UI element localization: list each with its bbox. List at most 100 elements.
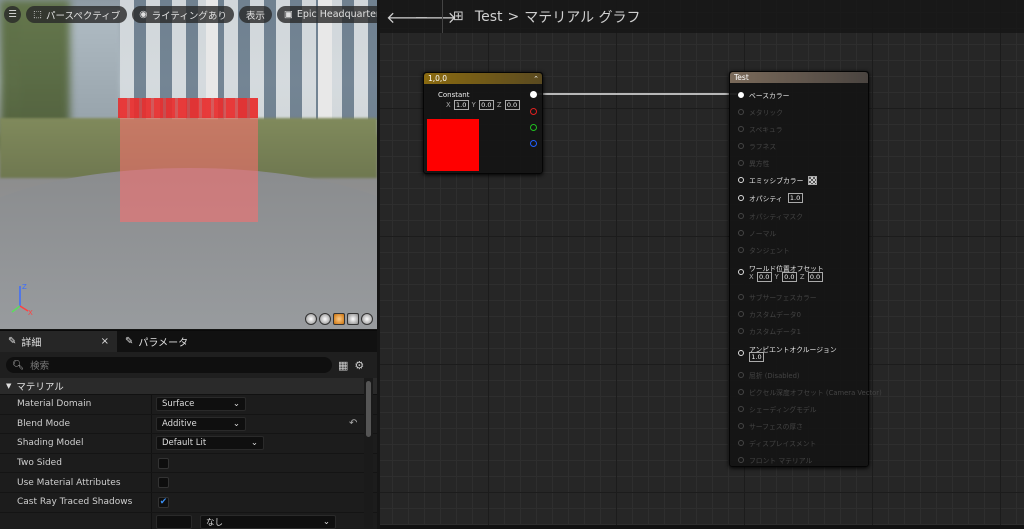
- input-pin[interactable]: [738, 372, 744, 378]
- input-surface-thickness[interactable]: サーフェスの厚さ: [738, 421, 803, 431]
- input-base-color[interactable]: ベースカラー: [738, 90, 789, 100]
- input-pin[interactable]: [738, 213, 744, 219]
- shading-model-select[interactable]: Default Lit ⌄: [156, 436, 264, 451]
- input-pin[interactable]: [738, 160, 744, 166]
- table-view-icon[interactable]: ▦: [338, 359, 348, 372]
- input-front-material[interactable]: フロント マテリアル: [738, 455, 812, 465]
- close-icon[interactable]: ×: [101, 336, 109, 347]
- input-pin[interactable]: [738, 328, 744, 334]
- back-arrow-icon[interactable]: 🡐: [386, 7, 429, 27]
- show-button[interactable]: 表示: [238, 6, 272, 23]
- input-tangent[interactable]: タンジェント: [738, 245, 790, 255]
- input-pixel-depth-offset[interactable]: ピクセル深度オフセット (Camera Vector): [738, 387, 882, 397]
- input-normal[interactable]: ノーマル: [738, 228, 776, 238]
- input-pin[interactable]: [738, 92, 744, 98]
- checker-swatch-icon[interactable]: [808, 175, 818, 185]
- input-custom-data-0[interactable]: カスタムデータ0: [738, 309, 801, 319]
- y-label: Y: [774, 273, 779, 281]
- graph-toolbar: 🡐 🡒 ⊞ Test > マテリアル グラフ: [380, 0, 1024, 33]
- lighting-button[interactable]: ◉ ライティングあり: [132, 6, 234, 23]
- input-emissive-color[interactable]: エミッシブカラー: [738, 175, 818, 185]
- cylinder-icon[interactable]: [305, 313, 317, 325]
- constant-node-header[interactable]: 1,0,0 ⌃: [424, 73, 542, 84]
- x-value-field[interactable]: 1.0: [453, 100, 469, 110]
- output-pin-b[interactable]: [530, 140, 537, 147]
- opacity-value-field[interactable]: 1.0: [787, 193, 803, 203]
- wpo-y-field[interactable]: 0.0: [781, 272, 797, 282]
- input-pin[interactable]: [738, 350, 744, 356]
- tab-parameters[interactable]: ✎ パラメータ: [117, 331, 196, 352]
- wpo-x-field[interactable]: 0.0: [756, 272, 772, 282]
- reset-to-default-icon[interactable]: ↶: [349, 418, 357, 429]
- cast-ray-traced-shadows-checkbox[interactable]: ✔: [158, 496, 169, 508]
- tab-details-label: 詳細: [21, 338, 42, 349]
- x-label: X: [446, 101, 451, 109]
- input-opacity[interactable]: オパシティ 1.0: [738, 193, 803, 203]
- input-pin[interactable]: [738, 126, 744, 132]
- teapot-icon[interactable]: [361, 313, 373, 325]
- input-specular[interactable]: スペキュラ: [738, 124, 783, 134]
- input-pin[interactable]: [738, 269, 744, 275]
- input-pin[interactable]: [738, 230, 744, 236]
- input-shading-model[interactable]: シェーディングモデル: [738, 404, 817, 414]
- two-sided-checkbox[interactable]: [158, 457, 169, 469]
- input-pin[interactable]: [738, 177, 744, 183]
- blend-mode-select[interactable]: Additive ⌄: [156, 416, 246, 431]
- forward-arrow-icon[interactable]: 🡒: [414, 7, 457, 27]
- input-pin[interactable]: [738, 440, 744, 446]
- input-anisotropy[interactable]: 異方性: [738, 158, 769, 168]
- use-material-attributes-checkbox[interactable]: [158, 477, 169, 489]
- ao-value-field[interactable]: 1.0: [749, 352, 764, 362]
- search-input[interactable]: 🔍︎ 検索: [6, 357, 332, 373]
- input-subsurface-color[interactable]: サブサーフェスカラー: [738, 292, 817, 302]
- material-section-header[interactable]: ▼ マテリアル: [0, 378, 377, 395]
- input-displacement[interactable]: ディスプレイスメント: [738, 438, 816, 448]
- level-viewport[interactable]: ☰ ⬚ パースペクティブ ◉ ライティングあり 表示 ▣ Epic Headqu…: [0, 0, 377, 329]
- material-graph-canvas[interactable]: 🡐 🡒 ⊞ Test > マテリアル グラフ 1,0,0 ⌃ Constant …: [380, 0, 1024, 529]
- sphere-icon[interactable]: [319, 313, 331, 325]
- constant3vector-node[interactable]: 1,0,0 ⌃ Constant X 1.0 Y 0.0 Z 0.0: [423, 72, 543, 174]
- output-pin-g[interactable]: [530, 124, 537, 131]
- input-pin[interactable]: [738, 423, 744, 429]
- material-result-node[interactable]: Test ベースカラー メタリック スペキュラ ラフネス 異方性 エミッシブカラ…: [729, 71, 882, 467]
- input-opacity-mask[interactable]: オパシティマスク: [738, 211, 803, 221]
- cube-icon[interactable]: [347, 313, 359, 325]
- gear-icon[interactable]: ⚙: [354, 359, 364, 372]
- input-metallic[interactable]: メタリック: [738, 107, 783, 117]
- thumbnail-slot[interactable]: [156, 515, 192, 529]
- output-pin-r[interactable]: [530, 108, 537, 115]
- y-value-field[interactable]: 0.0: [478, 100, 494, 110]
- pencil-icon: ✎: [8, 336, 17, 347]
- perspective-button[interactable]: ⬚ パースペクティブ: [26, 6, 128, 23]
- chevron-down-icon: ⌄: [322, 517, 330, 528]
- input-pin[interactable]: [738, 247, 744, 253]
- input-pin[interactable]: [738, 389, 744, 395]
- input-pin[interactable]: [738, 457, 744, 463]
- material-domain-value: Surface: [162, 399, 195, 410]
- tab-details[interactable]: ✎ 詳細 ×: [0, 331, 117, 352]
- material-domain-select[interactable]: Surface ⌄: [156, 397, 246, 412]
- input-pin[interactable]: [738, 311, 744, 317]
- material-domain-row: Material Domain Surface ⌄: [0, 395, 377, 415]
- input-pin[interactable]: [738, 143, 744, 149]
- input-refraction[interactable]: 屈折 (Disabled): [738, 370, 800, 380]
- input-pin[interactable]: [738, 294, 744, 300]
- preview-scene-button[interactable]: ▣ Epic Headquarters: [276, 6, 377, 23]
- input-pin[interactable]: [738, 406, 744, 412]
- wpo-z-field[interactable]: 0.0: [807, 272, 823, 282]
- breadcrumb-current[interactable]: マテリアル グラフ: [524, 7, 640, 27]
- output-pin-rgb[interactable]: [530, 91, 537, 98]
- input-custom-data-1[interactable]: カスタムデータ1: [738, 326, 801, 336]
- result-node-header[interactable]: Test: [730, 72, 868, 83]
- details-scrollbar-thumb[interactable]: [366, 381, 371, 437]
- collapse-icon[interactable]: ⌃: [533, 75, 539, 83]
- input-roughness[interactable]: ラフネス: [738, 141, 776, 151]
- input-pin[interactable]: [738, 195, 744, 201]
- input-pin[interactable]: [738, 109, 744, 115]
- asset-select[interactable]: なし ⌄: [200, 515, 336, 529]
- plane-icon[interactable]: [333, 313, 345, 325]
- breadcrumb-root[interactable]: Test: [475, 9, 503, 25]
- z-value-field[interactable]: 0.0: [504, 100, 520, 110]
- viewport-menu-button[interactable]: ☰: [4, 6, 21, 23]
- use-material-attributes-row: Use Material Attributes: [0, 473, 377, 493]
